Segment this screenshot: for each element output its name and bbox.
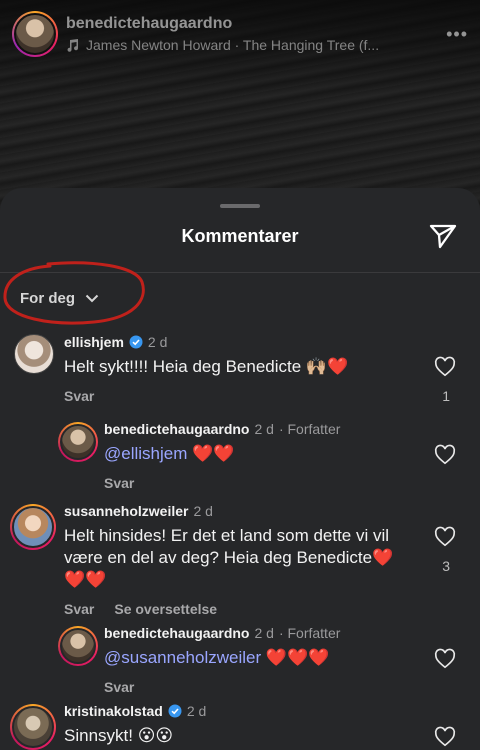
comment-username[interactable]: kristinakolstad — [64, 703, 163, 719]
comment-username[interactable]: ellishjem — [64, 334, 124, 350]
comment-username[interactable]: susanneholzweiler — [64, 503, 188, 519]
sheet-grabber[interactable] — [220, 204, 260, 208]
see-translation-button[interactable]: Se oversettelse — [114, 601, 217, 617]
heart-icon[interactable] — [434, 526, 456, 548]
red-circle-annotation — [3, 261, 145, 325]
like-count: 1 — [442, 388, 450, 404]
sheet-title: Kommentarer — [181, 226, 299, 246]
music-note-icon — [67, 39, 79, 52]
comment-text: ❤️❤️ — [192, 444, 235, 463]
avatar[interactable] — [58, 422, 98, 462]
heart-icon[interactable] — [434, 444, 456, 466]
verified-badge-icon — [129, 335, 143, 349]
like-count: 3 — [442, 558, 450, 574]
mention-link[interactable]: @susanneholzweiler — [104, 648, 261, 667]
post-music-info[interactable]: James Newton Howard · The Hanging Tree (… — [66, 37, 446, 53]
comment-text: Helt sykt!!!! Heia deg Benedicte 🙌🏼❤️ — [64, 357, 349, 376]
avatar[interactable] — [10, 504, 56, 550]
comment-timestamp: 2 d — [254, 421, 274, 437]
heart-icon[interactable] — [434, 648, 456, 670]
comment-timestamp: 2 d — [254, 625, 274, 641]
post-author-username[interactable]: benedictehaugaardno — [66, 15, 446, 33]
reply-button[interactable]: Svar — [104, 475, 134, 491]
post-header: benedictehaugaardno James Newton Howard … — [0, 0, 480, 68]
verified-badge-icon — [168, 704, 182, 718]
comment-text: ❤️❤️❤️ — [265, 648, 330, 667]
comment-timestamp: 2 d — [147, 334, 168, 350]
comments-sheet: Kommentarer For deg ellishjem 2 d Helt s… — [0, 188, 480, 750]
avatar[interactable] — [58, 626, 98, 666]
post-author-avatar[interactable] — [12, 11, 58, 57]
more-options-icon[interactable]: ••• — [446, 24, 468, 45]
heart-icon[interactable] — [434, 726, 456, 748]
comment-timestamp: 2 d — [193, 503, 213, 519]
reply-button[interactable]: Svar — [64, 388, 94, 404]
comment-text: Sinnsykt! 😮😮 — [64, 726, 174, 745]
mention-link[interactable]: @ellishjem — [104, 444, 187, 463]
reply-button[interactable]: Svar — [104, 679, 134, 695]
author-tag: · Forfatter — [278, 625, 341, 641]
comment-username[interactable]: benedictehaugaardno — [104, 625, 249, 641]
author-tag: · Forfatter — [278, 421, 341, 437]
heart-icon[interactable] — [434, 356, 456, 378]
reply-button[interactable]: Svar — [64, 601, 94, 617]
comment-username[interactable]: benedictehaugaardno — [104, 421, 249, 437]
music-track-label: James Newton Howard · The Hanging Tree (… — [86, 37, 380, 53]
comment-timestamp: 2 d — [186, 703, 207, 719]
comment-text: Helt hinsides! Er det et land som dette … — [64, 526, 394, 589]
avatar[interactable] — [14, 334, 54, 374]
send-icon[interactable] — [428, 222, 458, 250]
avatar[interactable] — [10, 704, 56, 750]
